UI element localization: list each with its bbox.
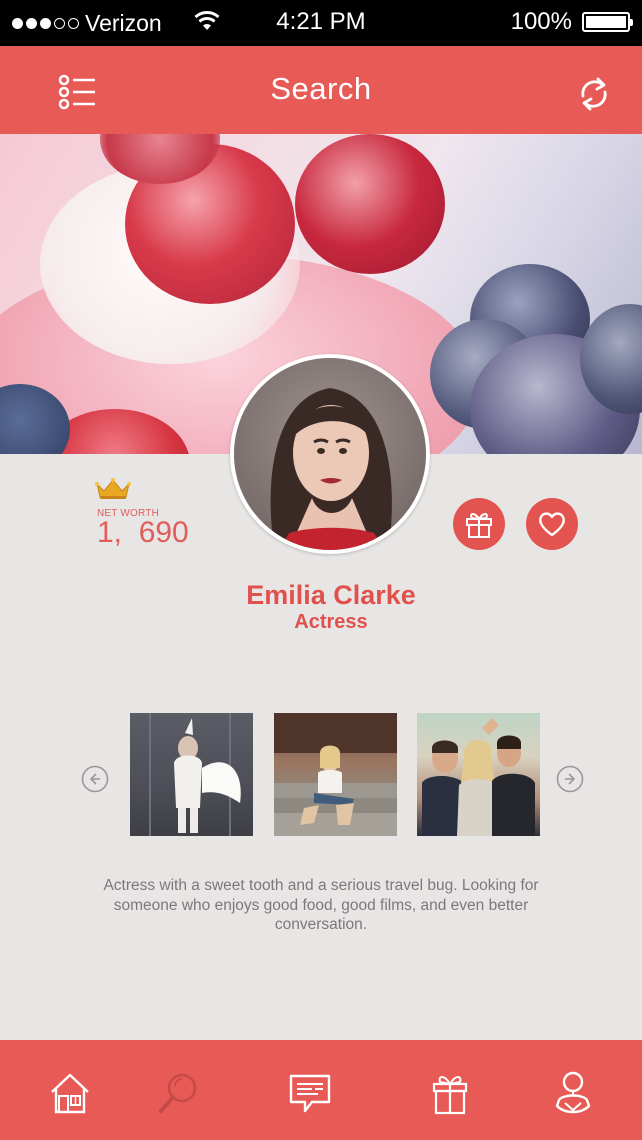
navigation-bar: Search	[0, 46, 642, 134]
profile-avatar[interactable]	[230, 354, 430, 554]
profile-icon[interactable]	[551, 1070, 595, 1116]
gallery-photo[interactable]	[274, 713, 397, 836]
profile-screen: Verizon 4:21 PM 100% Search NET WORTH 1,…	[0, 0, 642, 1140]
previous-photo-icon[interactable]	[81, 765, 109, 793]
search-icon[interactable]	[156, 1070, 200, 1116]
next-photo-icon[interactable]	[556, 765, 584, 793]
profile-name: Emilia Clarke	[246, 580, 416, 610]
battery-icon	[582, 12, 633, 32]
like-button[interactable]	[526, 498, 578, 550]
gift-icon	[466, 513, 492, 538]
home-icon[interactable]	[48, 1070, 92, 1116]
profile-bio: Actress with a sweet tooth and a serious…	[103, 877, 539, 933]
status-bar: Verizon 4:21 PM 100%	[0, 0, 642, 46]
heart-icon	[539, 512, 565, 537]
page-title: Search	[270, 71, 372, 106]
battery-percentage: 100%	[510, 8, 572, 35]
messages-icon[interactable]	[288, 1070, 332, 1116]
crown-icon	[95, 478, 131, 499]
send-gift-button[interactable]	[453, 498, 505, 550]
profile-role: Actress	[294, 611, 368, 633]
avatar-photo	[234, 358, 426, 550]
gift-icon[interactable]	[428, 1070, 472, 1116]
tab-bar	[0, 1040, 642, 1140]
gallery-photo[interactable]	[130, 713, 253, 836]
gallery-photo[interactable]	[417, 713, 540, 836]
net-worth-value: 1, 690	[97, 516, 189, 549]
refresh-icon[interactable]	[574, 74, 614, 114]
